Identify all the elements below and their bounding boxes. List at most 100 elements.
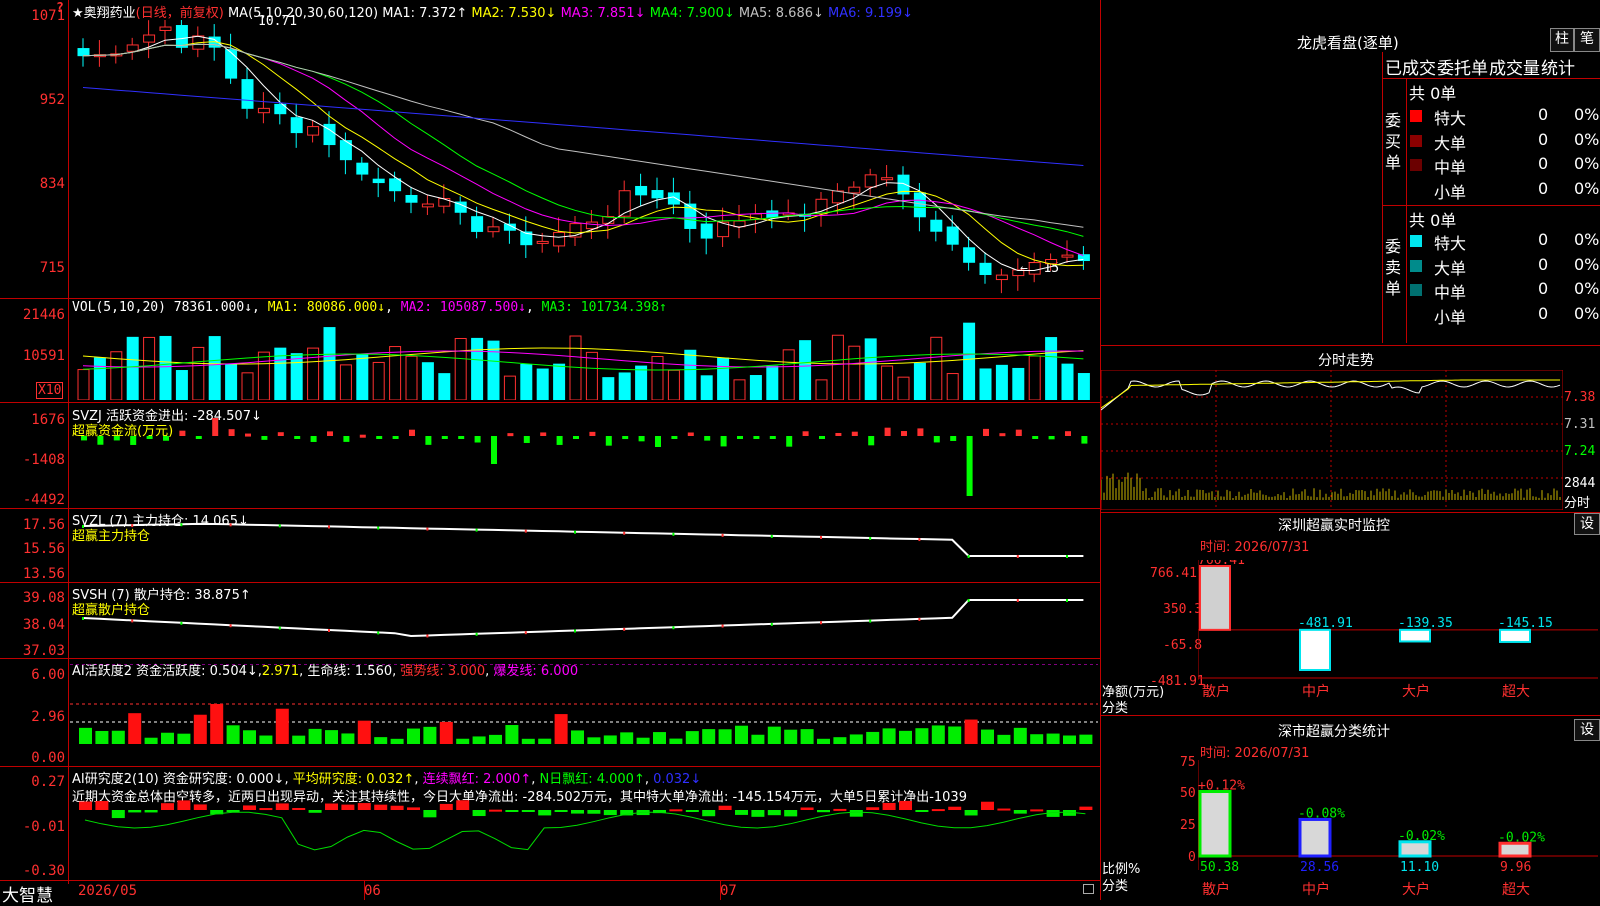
tab-executed[interactable]: 已成交 (1385, 54, 1436, 79)
volume-bar (1061, 363, 1074, 400)
fund-flow-bar (179, 430, 186, 436)
volume-bar (159, 335, 172, 400)
vol-header: VOL(5,10,20) 78361.000↓, MA1: 80086.000↓… (72, 300, 667, 315)
retail-holding-line-tick (328, 629, 330, 632)
tab-volume[interactable]: 成交量 (1489, 54, 1540, 79)
sell-row-name: 小单 (1434, 307, 1467, 327)
volume-bar (963, 322, 976, 400)
retail-holding-line-tick (377, 631, 380, 635)
intraday-chart[interactable] (1101, 370, 1563, 510)
svzj-chart (81, 418, 1088, 496)
buy-row-pct: 0% (1574, 129, 1600, 149)
volume-bar (930, 336, 943, 400)
fund-flow-bar (884, 427, 891, 436)
volume-bar (979, 368, 992, 400)
volume-bar (618, 372, 631, 400)
price-tick-1: 1071 (31, 8, 65, 24)
sell-row-name: 特大 (1434, 234, 1467, 253)
research-bar (423, 810, 437, 818)
lhb-side-border (1406, 78, 1407, 343)
stat-title: 深市超赢分类统计 (1278, 724, 1390, 740)
activity-bar (899, 730, 912, 744)
monitor-category: 超大 (1502, 684, 1530, 700)
period-label[interactable]: (日线，前复权) (136, 6, 224, 21)
monitor-time: 时间: 2026/07/31 (1200, 540, 1310, 555)
activity-bar (702, 729, 716, 744)
main-holding-line (82, 522, 1084, 557)
activity-bar (193, 714, 207, 744)
stat-settings-button[interactable]: 设 (1574, 719, 1600, 741)
candle-body (372, 178, 385, 184)
research-bar (882, 802, 896, 810)
stock-name[interactable]: ★奥翔药业 (72, 6, 136, 21)
research-bar (161, 803, 174, 810)
fund-flow-bar (130, 436, 137, 445)
stat-bar (1398, 840, 1432, 858)
activity-bar (931, 725, 945, 744)
candle-body (159, 26, 172, 31)
retail-holding-line-tick (180, 621, 183, 625)
candle-body (930, 219, 943, 232)
research-bar (341, 804, 355, 810)
activity-bar (439, 721, 453, 744)
stat-value-label: 11.10 (1400, 860, 1439, 875)
buy-row-count: 0 (1538, 129, 1549, 149)
research-bar (866, 807, 880, 810)
volume-bar (881, 365, 894, 400)
research-bar (702, 810, 716, 817)
candlestick-chart[interactable] (70, 20, 1098, 298)
monitor-settings-button[interactable]: 设 (1574, 513, 1600, 535)
research-bar (751, 810, 765, 817)
brand-logo[interactable]: 大智慧 (2, 881, 53, 906)
bar-mode-button[interactable]: 柱 (1550, 28, 1574, 52)
activity-bar (177, 733, 191, 744)
buy-row-swatch (1410, 183, 1422, 196)
fund-flow-bar (786, 436, 793, 447)
stat-value-label: 9.96 (1500, 860, 1531, 875)
retail-holding-line-tick (278, 626, 281, 630)
stat-change-label: +0.12% (1198, 779, 1245, 794)
activity-bar (833, 737, 847, 744)
buy-row-count: 0 (1538, 178, 1549, 198)
candle-body (257, 107, 270, 114)
sell-row-count: 0 (1538, 254, 1549, 274)
volume-bar (520, 363, 533, 400)
monitor-tick-1: 766.41 (1150, 566, 1197, 581)
price-header: ★奥翔药业(日线，前复权) MA(5,10,20,30,60,120) MA1:… (72, 2, 913, 21)
fund-flow-bar (81, 436, 87, 441)
sell-row-count: 0 (1538, 230, 1549, 249)
monitor-value-label: -145.15 (1498, 616, 1553, 631)
stat-tick-3: 25 (1180, 818, 1196, 833)
vol-unit-badge[interactable]: X10 (36, 382, 64, 399)
fund-flow-bar (671, 436, 678, 439)
research-bar (767, 810, 781, 816)
tab-stats[interactable]: 统计 (1541, 54, 1575, 79)
research-bar (308, 810, 322, 813)
lock-icon[interactable] (1083, 884, 1094, 894)
research-bar (177, 800, 191, 810)
date-tick-1: 2026/05 (78, 883, 138, 899)
fund-flow-bar (310, 436, 317, 442)
buy-row-count: 0 (1538, 154, 1549, 173)
fund-flow-bar (720, 436, 727, 447)
candle-body (241, 79, 254, 109)
stat-cat-label: 分类 (1102, 879, 1129, 894)
lhb-tabs: 已成交 委托单 成交量 统计 (1382, 52, 1600, 79)
retail-holding-line-tick (524, 631, 527, 635)
activity-bar (767, 726, 781, 744)
ma2-value: MA2: 7.530↓ (471, 6, 557, 21)
activity-bar (882, 728, 896, 744)
candle-body (667, 192, 680, 205)
tick-mode-button[interactable]: 笔 (1574, 28, 1600, 52)
sell-row-swatch (1410, 308, 1422, 321)
research-bar (603, 810, 617, 816)
research-bar (833, 808, 847, 811)
volume-bar (372, 361, 385, 400)
ai-active-tick-3: 0.00 (31, 750, 65, 766)
sell-side-label: 委卖单 (1385, 237, 1402, 298)
fund-flow-bar (966, 436, 973, 496)
tab-orders[interactable]: 委托单 (1437, 54, 1488, 79)
fund-flow-bar (999, 433, 1006, 437)
intraday-title: 分时走势 (1318, 353, 1374, 369)
candle-body (290, 117, 303, 134)
